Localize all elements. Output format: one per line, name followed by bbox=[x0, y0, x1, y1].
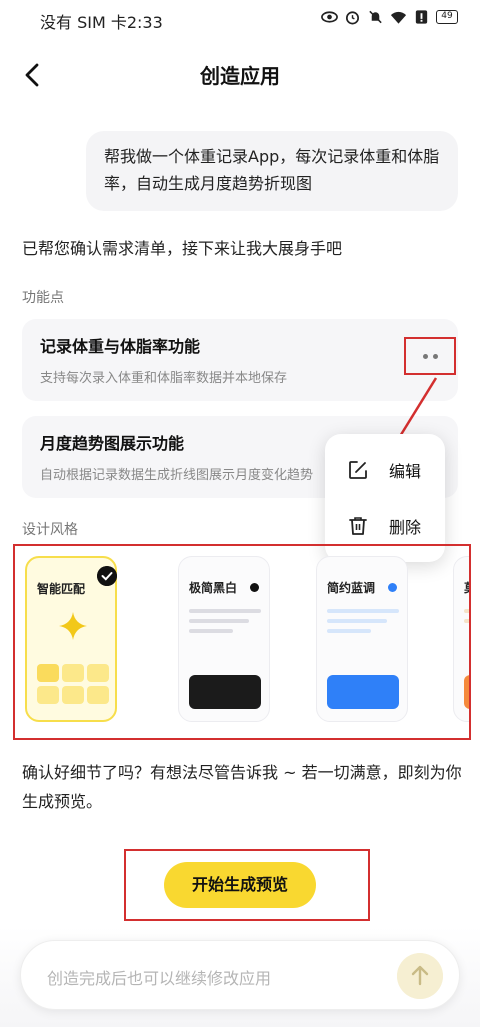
style-card-minimal-bw[interactable]: 极简黑白 bbox=[178, 556, 270, 722]
feature-title: 记录体重与体脂率功能 bbox=[40, 337, 201, 356]
alert-icon bbox=[415, 10, 428, 24]
placeholder-line bbox=[327, 619, 387, 623]
accent-dot bbox=[388, 583, 397, 592]
style-card-simple-blue[interactable]: 简约蓝调 bbox=[316, 556, 408, 722]
features-label: 功能点 bbox=[22, 290, 64, 306]
style-name: 极简黑白 bbox=[189, 581, 238, 595]
generate-preview-button[interactable]: 开始生成预览 bbox=[164, 862, 316, 908]
placeholder-line bbox=[464, 619, 469, 623]
chat-input[interactable]: 创造完成后也可以继续修改应用 bbox=[20, 940, 460, 1010]
grid-cell bbox=[62, 686, 84, 704]
more-options-button[interactable] bbox=[404, 337, 456, 375]
menu-item-label: 编辑 bbox=[389, 462, 422, 481]
style-swatch bbox=[189, 675, 261, 709]
accent-dot bbox=[250, 583, 259, 592]
wifi-icon bbox=[390, 11, 407, 24]
grid-cell bbox=[87, 686, 109, 704]
status-bar: 没有 SIM 卡2:33 49 bbox=[0, 0, 480, 38]
page-title: 创造应用 bbox=[200, 64, 280, 88]
design-style-label: 设计风格 bbox=[22, 522, 78, 538]
edit-icon bbox=[349, 461, 367, 479]
menu-item-edit[interactable]: 编辑 bbox=[325, 444, 445, 496]
style-swatch bbox=[464, 675, 469, 709]
style-name: 智能匹配 bbox=[37, 582, 86, 596]
status-icons: 49 bbox=[321, 9, 458, 25]
input-placeholder: 创造完成后也可以继续修改应用 bbox=[47, 969, 272, 988]
placeholder-line bbox=[464, 609, 469, 613]
confirm-message: 确认好细节了吗？有想法尽管告诉我 ~ 若一切满意，即刻为你生成预览。 bbox=[22, 763, 462, 811]
placeholder-line bbox=[189, 629, 233, 633]
style-swatch bbox=[327, 675, 399, 709]
grid-cell bbox=[37, 664, 59, 682]
placeholder-line bbox=[327, 629, 371, 633]
trash-icon bbox=[349, 517, 367, 535]
status-carrier-time: 没有 SIM 卡2:33 bbox=[40, 13, 163, 32]
placeholder-line bbox=[189, 609, 261, 613]
assistant-message: 已帮您确认需求清单，接下来让我大展身手吧 bbox=[22, 239, 343, 258]
alarm-icon bbox=[345, 11, 360, 25]
grid-cell bbox=[87, 664, 109, 682]
more-dot-icon bbox=[432, 353, 438, 359]
eye-icon bbox=[321, 11, 338, 23]
style-card-partial[interactable]: 莫 bbox=[453, 556, 469, 722]
style-name: 简约蓝调 bbox=[327, 581, 376, 595]
style-name: 莫 bbox=[464, 579, 469, 596]
user-message-bubble: 帮我做一个体重记录App，每次记录体重和体脂率，自动生成月度趋势折现图 bbox=[86, 131, 458, 211]
more-dot-icon bbox=[422, 353, 428, 359]
style-card-smart[interactable]: 智能匹配 bbox=[25, 556, 117, 722]
placeholder-line bbox=[189, 619, 249, 623]
send-arrow-icon[interactable] bbox=[397, 953, 443, 999]
menu-item-label: 删除 bbox=[389, 518, 422, 537]
design-style-selector: 智能匹配 极简黑白 简约蓝调 莫 bbox=[13, 544, 471, 740]
sparkle-icon bbox=[59, 612, 87, 640]
grid-cell bbox=[62, 664, 84, 682]
mute-icon bbox=[369, 10, 382, 24]
placeholder-line bbox=[327, 609, 399, 613]
battery-icon: 49 bbox=[436, 10, 458, 24]
grid-cell bbox=[37, 686, 59, 704]
check-icon bbox=[97, 566, 117, 586]
context-menu: 编辑 删除 bbox=[325, 434, 445, 562]
